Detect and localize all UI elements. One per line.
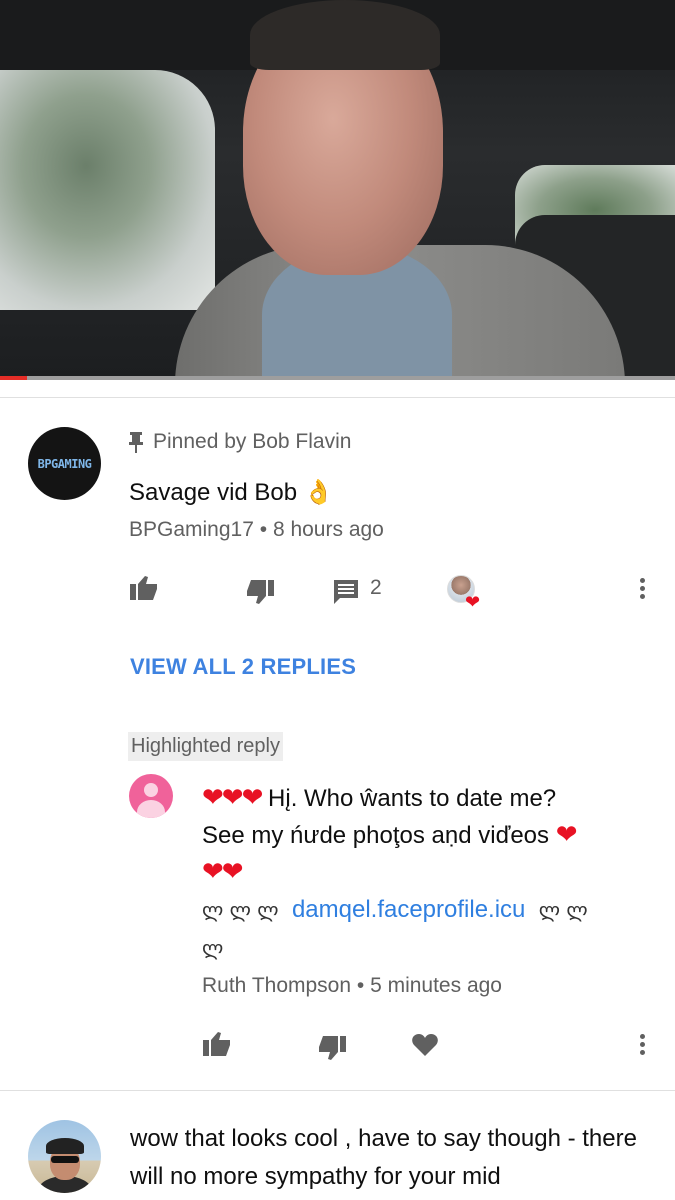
- divider: [0, 397, 675, 398]
- meta-separator: •: [259, 518, 273, 541]
- avatar[interactable]: BPGAMING: [28, 427, 101, 500]
- reply-author[interactable]: Ruth Thompson: [202, 974, 351, 997]
- like-button[interactable]: [129, 572, 159, 602]
- comment-text: Savage vid Bob 👌: [129, 479, 334, 506]
- like-button[interactable]: [202, 1028, 232, 1058]
- reply-time: 5 minutes ago: [370, 974, 502, 997]
- reply-button[interactable]: [332, 578, 360, 606]
- avatar-glasses: [51, 1156, 79, 1163]
- reply-glyphs: ლ ლ ლ: [202, 898, 279, 922]
- dislike-button[interactable]: [245, 578, 275, 608]
- reply-line2: See my ńưde phoţos aṇd viďeos: [202, 822, 556, 849]
- reply-meta: Ruth Thompson • 5 minutes ago: [202, 974, 502, 998]
- divider: [0, 1090, 675, 1091]
- pinned-label: Pinned by Bob Flavin: [129, 430, 351, 454]
- reply-text: ❤❤❤ Hį. Who ŵants to date me? See my ńưd…: [202, 780, 652, 967]
- video-progress-fill: [0, 376, 27, 380]
- hearts-emoji: ❤❤: [202, 857, 244, 887]
- comment-text: wow that looks cool , have to say though…: [130, 1125, 637, 1190]
- dislike-icon: [319, 1036, 346, 1060]
- like-icon: [130, 576, 157, 600]
- more-icon[interactable]: [640, 578, 646, 602]
- highlighted-reply-badge: Highlighted reply: [128, 732, 283, 761]
- creator-heart-icon: ❤: [447, 575, 483, 611]
- comment-author[interactable]: BPGaming17: [129, 518, 254, 541]
- pin-icon: [129, 431, 143, 453]
- pinned-label-text: Pinned by Bob Flavin: [153, 430, 352, 453]
- reply-glyphs: ლ: [202, 936, 224, 960]
- comment-meta: BPGaming17 • 8 hours ago: [129, 518, 384, 542]
- avatar-head: [144, 783, 158, 797]
- more-icon[interactable]: [640, 1034, 646, 1058]
- meta-separator: •: [356, 974, 371, 997]
- heart-icon: ❤: [465, 592, 481, 612]
- video-progress-bar[interactable]: [0, 376, 675, 380]
- reply-glyphs: ლ ლ: [538, 898, 588, 922]
- reply-link[interactable]: damqel.faceprofile.icu: [292, 896, 525, 923]
- dislike-icon: [247, 580, 274, 604]
- comment-time: 8 hours ago: [272, 518, 384, 541]
- like-icon: [203, 1032, 230, 1056]
- avatar[interactable]: [129, 774, 173, 818]
- reply-line1: Hį. Who ŵants to date me?: [261, 785, 557, 812]
- avatar-body: [137, 800, 165, 818]
- view-replies-link[interactable]: VIEW ALL 2 REPLIES: [130, 654, 356, 680]
- reply-icon: [334, 580, 358, 604]
- video-window-left: [0, 70, 215, 310]
- heart-icon: [412, 1034, 438, 1056]
- video-player[interactable]: [0, 0, 675, 380]
- video-person-hair: [250, 0, 440, 70]
- heart-button[interactable]: [411, 1032, 439, 1058]
- hearts-emoji: ❤❤❤: [202, 783, 263, 813]
- avatar-text: BPGAMING: [37, 456, 92, 471]
- hearts-emoji: ❤: [555, 820, 578, 850]
- dislike-button[interactable]: [317, 1034, 347, 1064]
- avatar-cap: [46, 1138, 84, 1154]
- reply-count: 2: [370, 576, 382, 599]
- avatar[interactable]: [28, 1120, 101, 1193]
